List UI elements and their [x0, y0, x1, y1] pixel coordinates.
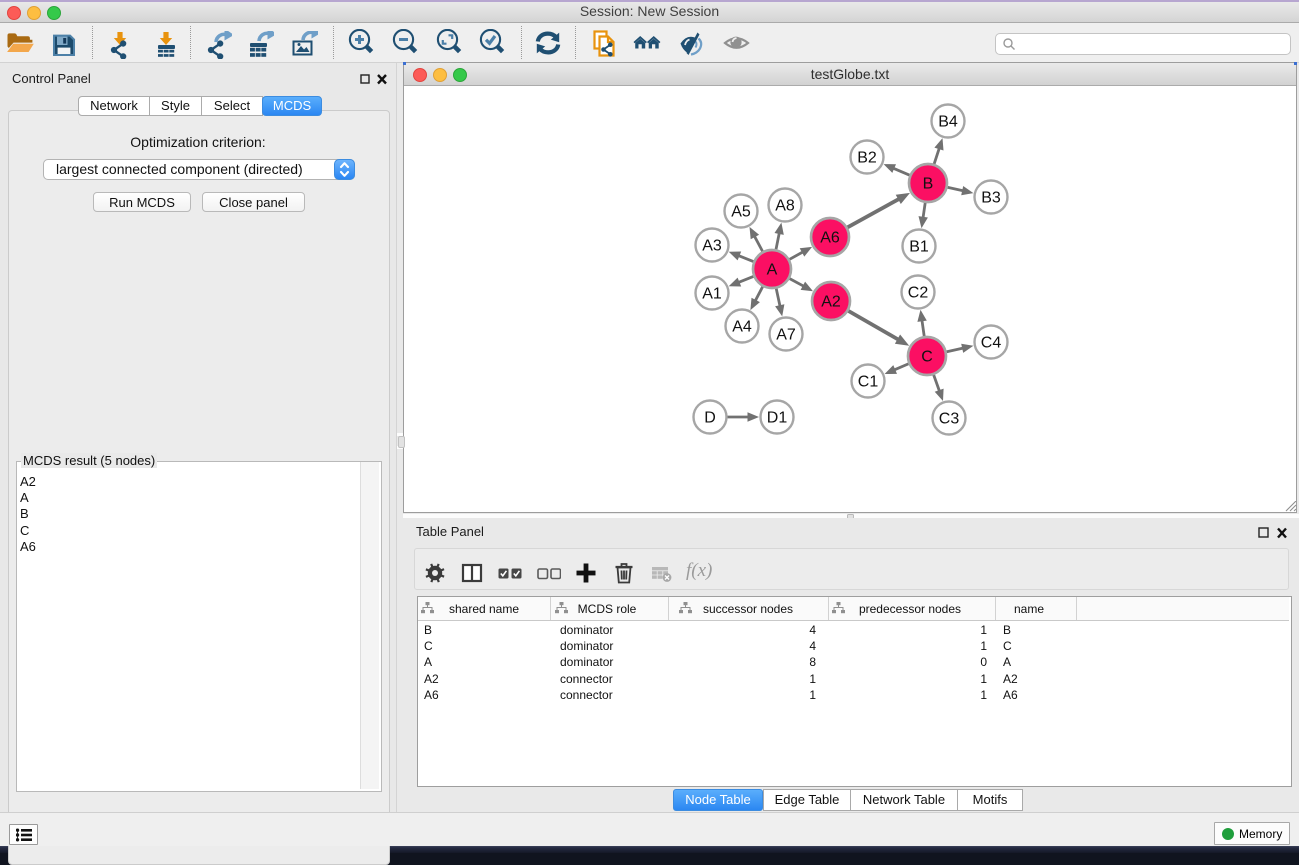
svg-text:A4: A4	[732, 319, 752, 336]
svg-text:A6: A6	[820, 230, 840, 247]
svg-text:D: D	[704, 410, 716, 427]
svg-text:C1: C1	[858, 374, 879, 391]
svg-text:C4: C4	[981, 335, 1002, 352]
svg-text:B3: B3	[981, 190, 1001, 207]
svg-text:A7: A7	[776, 327, 796, 344]
svg-text:B: B	[923, 176, 934, 193]
svg-text:D1: D1	[767, 410, 788, 427]
svg-text:A5: A5	[731, 204, 751, 221]
svg-text:C2: C2	[908, 285, 929, 302]
svg-text:A3: A3	[702, 238, 722, 255]
svg-text:A1: A1	[702, 286, 722, 303]
svg-text:B1: B1	[909, 239, 929, 256]
svg-text:A8: A8	[775, 198, 795, 215]
svg-text:A: A	[767, 262, 778, 279]
svg-text:B2: B2	[857, 150, 877, 167]
svg-text:B4: B4	[938, 114, 958, 131]
svg-text:A2: A2	[821, 294, 841, 311]
svg-text:C3: C3	[939, 411, 960, 428]
svg-text:C: C	[921, 349, 933, 366]
